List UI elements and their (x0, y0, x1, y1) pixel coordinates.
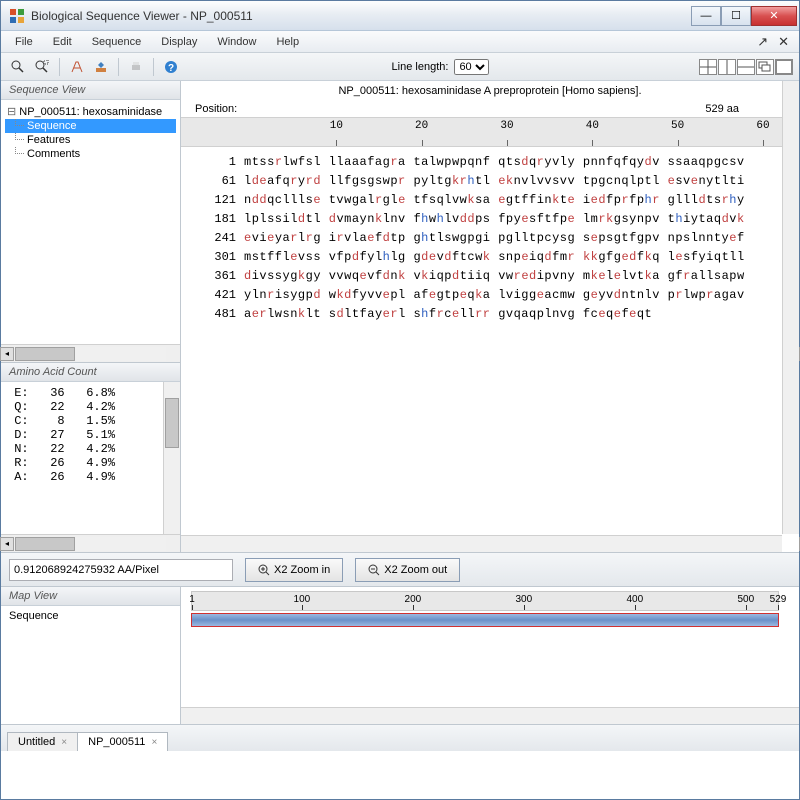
menu-display[interactable]: Display (153, 34, 205, 50)
sequence-title: NP_000511: hexosaminidase A preproprotei… (181, 81, 799, 101)
map-track[interactable] (191, 613, 779, 627)
map-ruler: 1100200300400500529 (191, 591, 779, 611)
map-hscroll[interactable] (181, 707, 799, 724)
layout-hsplit-icon[interactable] (737, 59, 755, 75)
sequence-row[interactable]: 181lplssildtl dvmaynklnv fhwhlvddps fpye… (199, 210, 779, 229)
aa-row: C: 8 1.5% (7, 414, 174, 428)
menu-help[interactable]: Help (268, 34, 307, 50)
position-label: Position: (195, 103, 237, 115)
aa-count-list: E: 36 6.8% Q: 22 4.2% C: 8 1.5% D: 27 5.… (1, 382, 180, 534)
help-icon[interactable]: ? (160, 56, 182, 78)
print-icon[interactable] (125, 56, 147, 78)
sequence-row[interactable]: 361divssygkgy vvwqevfdnk vkiqpdtiiq vwre… (199, 267, 779, 286)
position-bar: Position: 529 aa (181, 101, 799, 117)
sequence-panel: NP_000511: hexosaminidase A preproprotei… (181, 81, 799, 552)
tree-root[interactable]: NP_000511: hexosaminidase (5, 104, 176, 119)
map-area[interactable]: 1100200300400500529 (181, 587, 799, 707)
main-content: Sequence View NP_000511: hexosaminidase … (1, 81, 799, 799)
window-title: Biological Sequence Viewer - NP_000511 (31, 9, 691, 23)
layout-vsplit-icon[interactable] (718, 59, 736, 75)
titlebar: Biological Sequence Viewer - NP_000511 —… (1, 1, 799, 31)
seq-vscroll[interactable] (782, 81, 799, 534)
tab-close-icon[interactable]: × (151, 737, 157, 748)
layout-stack-icon[interactable] (756, 59, 774, 75)
menu-file[interactable]: File (7, 34, 41, 50)
aa-count-header: Amino Acid Count (1, 363, 180, 382)
aa-row: N: 22 4.2% (7, 442, 174, 456)
sequence-ruler: 102030405060 (181, 117, 783, 147)
map-track-list: Sequence (1, 606, 180, 724)
sequence-view-header: Sequence View (1, 81, 180, 100)
app-logo-icon (9, 8, 25, 24)
sequence-length: 529 aa (705, 103, 739, 115)
aa-row: R: 26 4.9% (7, 456, 174, 470)
sequence-row[interactable]: 121nddqclllse tvwgalrgle tfsqlvwksa egtf… (199, 191, 779, 210)
app-window: Biological Sequence Viewer - NP_000511 —… (0, 0, 800, 800)
maximize-button[interactable]: ☐ (721, 6, 751, 26)
aa-row: Q: 22 4.2% (7, 400, 174, 414)
map-view-header: Map View (1, 587, 180, 606)
sequence-body[interactable]: 1mtssrlwfsl llaaafagra talwpwpqnf qtsdqr… (181, 147, 799, 552)
zoom-ratio-input[interactable] (9, 559, 233, 581)
menu-window[interactable]: Window (209, 34, 264, 50)
menu-edit[interactable]: Edit (45, 34, 80, 50)
sequence-row[interactable]: 421ylnrisygpd wkdfyvvepl afegtpeqka lvig… (199, 286, 779, 305)
aa-hscroll[interactable]: ◂▸ (1, 534, 180, 552)
annotate-icon[interactable] (66, 56, 88, 78)
tab-close-icon[interactable]: × (61, 737, 67, 748)
window-controls: — ☐ ✕ (691, 6, 797, 26)
view-layout-buttons (699, 59, 793, 75)
tree-item-features[interactable]: Features (5, 133, 176, 147)
panel-close-icon[interactable]: ✕ (774, 34, 793, 50)
sequence-tree: NP_000511: hexosaminidase SequenceFeatur… (1, 100, 180, 165)
map-view: Map View Sequence 1100200300400500529 (1, 587, 799, 725)
menubar: File Edit Sequence Display Window Help ↗… (1, 31, 799, 53)
zoom-select-icon[interactable] (7, 56, 29, 78)
zoom-region-icon[interactable] (31, 56, 53, 78)
toolbar: ? Line length: 60 (1, 53, 799, 81)
zoom-out-button[interactable]: X2 Zoom out (355, 558, 460, 582)
sequence-row[interactable]: 481aerlwsnklt sdltfayerl shfrcellrr gvqa… (199, 305, 779, 324)
line-length-control: Line length: 60 (392, 59, 490, 75)
tree-hscroll[interactable]: ◂▸ (1, 344, 180, 362)
minimize-button[interactable]: — (691, 6, 721, 26)
map-track-label[interactable]: Sequence (9, 610, 172, 622)
aa-vscroll[interactable] (163, 382, 180, 534)
sequence-row[interactable]: 61ldeafqryrd llfgsgswpr pyltgkrhtl eknvl… (199, 172, 779, 191)
tree-item-comments[interactable]: Comments (5, 147, 176, 161)
zoom-bar: X2 Zoom in X2 Zoom out (1, 553, 799, 587)
close-button[interactable]: ✕ (751, 6, 797, 26)
aa-row: D: 27 5.1% (7, 428, 174, 442)
amino-acid-panel: Amino Acid Count E: 36 6.8% Q: 22 4.2% C… (1, 362, 180, 552)
menu-sequence[interactable]: Sequence (84, 34, 150, 50)
svg-text:?: ? (168, 63, 174, 74)
undock-icon[interactable]: ↗ (753, 34, 772, 50)
tab-untitled[interactable]: Untitled× (7, 732, 78, 751)
sequence-row[interactable]: 241evieyarlrg irvlaefdtp ghtlswgpgi pgll… (199, 229, 779, 248)
sequence-row[interactable]: 1mtssrlwfsl llaaafagra talwpwpqnf qtsdqr… (199, 153, 779, 172)
color-icon[interactable] (90, 56, 112, 78)
layout-single-icon[interactable] (775, 59, 793, 75)
document-tabs: Untitled×NP_000511× (1, 725, 799, 751)
tree-item-sequence[interactable]: Sequence (5, 119, 176, 133)
seq-hscroll[interactable] (181, 535, 782, 552)
aa-row: E: 36 6.8% (7, 386, 174, 400)
line-length-label: Line length: (392, 61, 449, 73)
aa-row: A: 26 4.9% (7, 470, 174, 484)
layout-quad-icon[interactable] (699, 59, 717, 75)
sequence-row[interactable]: 301mstfflevss vfpdfylhlg gdevdftcwk snpe… (199, 248, 779, 267)
zoom-in-button[interactable]: X2 Zoom in (245, 558, 343, 582)
tab-np000511[interactable]: NP_000511× (77, 732, 168, 751)
line-length-select[interactable]: 60 (454, 59, 489, 75)
left-panel: Sequence View NP_000511: hexosaminidase … (1, 81, 181, 552)
